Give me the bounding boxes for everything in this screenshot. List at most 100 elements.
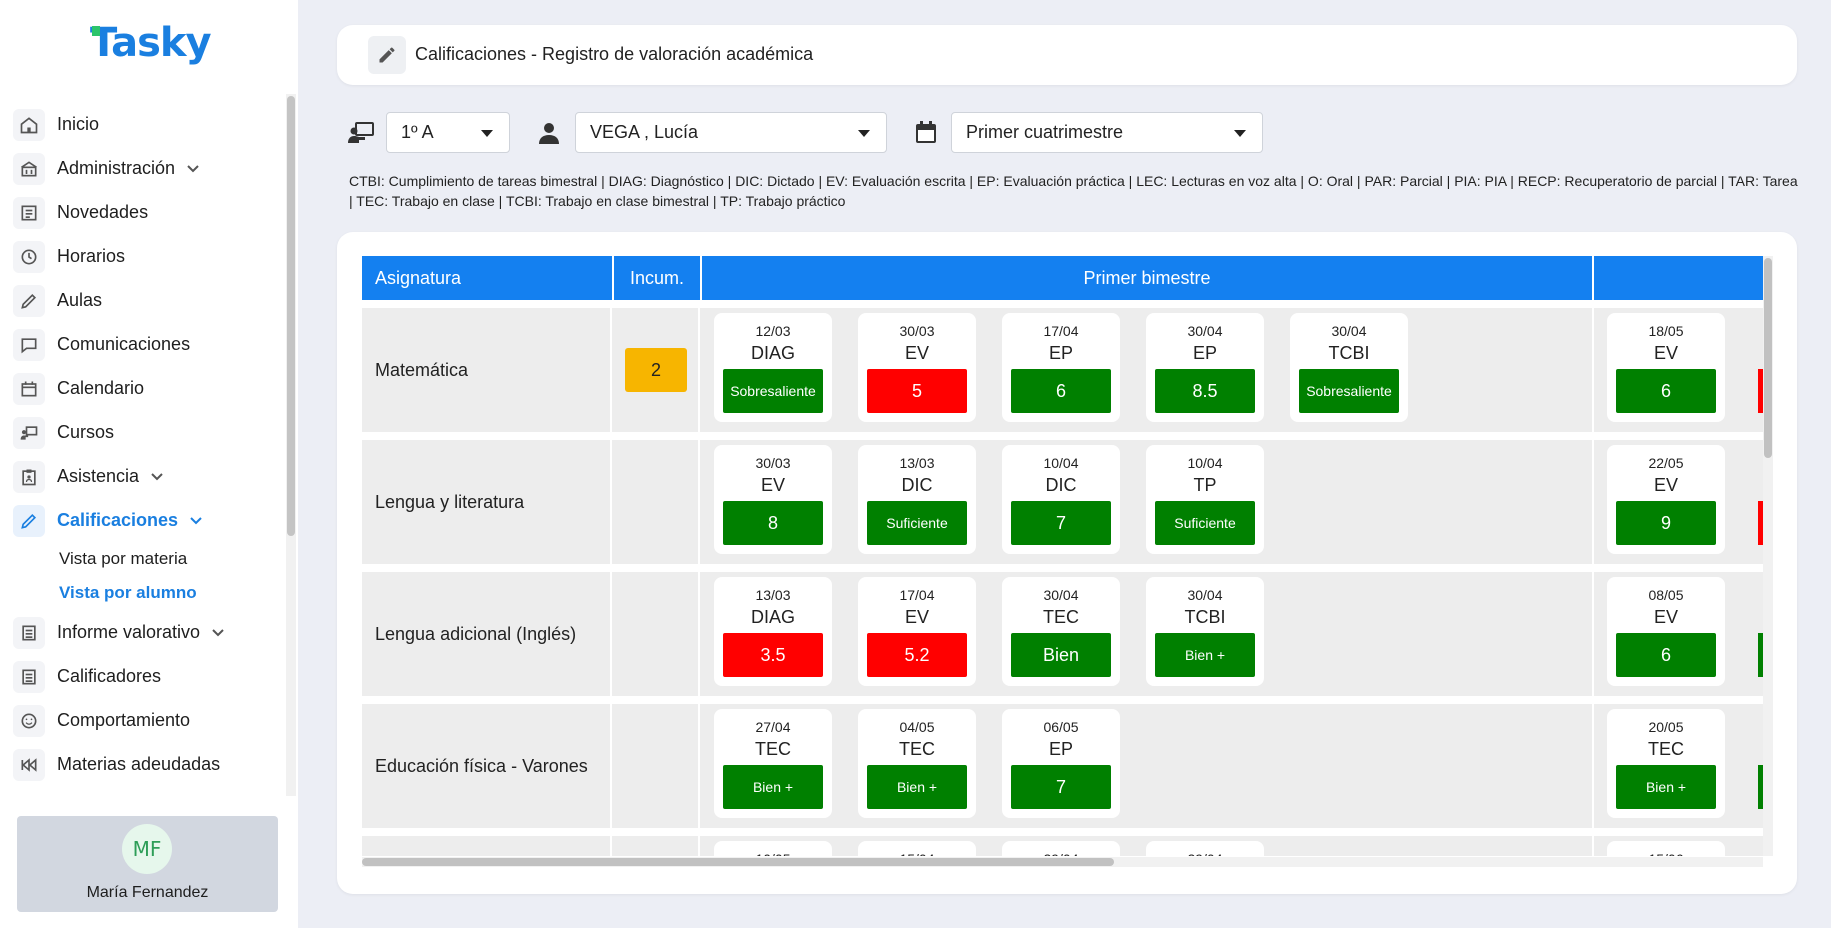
grade-type: TEC [899, 739, 935, 759]
grade-date: 30/04 [1043, 587, 1079, 603]
table-vertical-scrollbar-thumb[interactable] [1764, 258, 1772, 458]
pencil-icon [13, 285, 45, 317]
incum-cell: 2 [612, 308, 700, 432]
sidebar-item-novedades[interactable]: Novedades [0, 190, 290, 234]
grade-type: EP [1048, 343, 1073, 363]
subject-name: Lengua adicional (Inglés) [362, 572, 612, 696]
pencil-icon [368, 36, 406, 74]
grade-cell[interactable]: 15/04 [858, 841, 976, 856]
grade-cell[interactable]: 29/04 [1146, 841, 1264, 856]
table-row: Educación física - Varones 27/04 TEC Bien +… [362, 704, 1763, 828]
sidebar-item-cursos[interactable]: Cursos [0, 410, 290, 454]
sidebar-subitem-vista-por-alumno[interactable]: Vista por alumno [0, 576, 290, 610]
sidebar-item-aulas[interactable]: Aulas [0, 278, 290, 322]
grade-cell[interactable]: 30/04 EP 8.5 [1146, 313, 1264, 422]
sidebar: Tasky Inicio Administración Novedades Horar… [0, 0, 298, 928]
sidebar-item-administracion[interactable]: Administración [0, 146, 290, 190]
grade-value: 3.5 [723, 633, 823, 677]
grade-cell[interactable]: 30/04 TCBI Bien + [1146, 577, 1264, 686]
sidebar-item-inicio[interactable]: Inicio [0, 102, 290, 146]
news-icon [13, 197, 45, 229]
sidebar-item-informe-valorativo[interactable]: Informe valorativo [0, 610, 290, 654]
grade-cell[interactable]: 10/05 [714, 841, 832, 856]
sidebar-item-label: Materias adeudadas [57, 753, 221, 774]
sidebar-item-materias-adeudadas[interactable]: Materias adeudadas [0, 742, 290, 786]
grade-value: 7 [1011, 501, 1111, 545]
table-row: 10/05 15/04 29/04 29/04 15/06 [362, 836, 1763, 856]
grade-cell[interactable]: 27/04 TEC Bien + [714, 709, 832, 818]
table-horizontal-scrollbar-thumb[interactable] [362, 858, 1114, 866]
subject-name: Educación física - Varones [362, 704, 612, 828]
sidebar-item-comunicaciones[interactable]: Comunicaciones [0, 322, 290, 366]
pencil-icon [13, 505, 45, 537]
grade-value: Bien + [867, 765, 967, 809]
sidebar-subitem-vista-por-materia[interactable]: Vista por materia [0, 542, 290, 576]
column-header-second-bimester [1594, 256, 1763, 300]
grade-cell[interactable]: 30/04 TCBI Sobresaliente [1290, 313, 1408, 422]
grade-value: 6 [1616, 633, 1716, 677]
grade-cell[interactable]: 30/04 TEC Bien [1002, 577, 1120, 686]
sidebar-item-asistencia[interactable]: Asistencia [0, 454, 290, 498]
student-select[interactable]: VEGA , Lucía [575, 112, 887, 153]
grade-cell[interactable]: 18/05 EV 6 [1607, 313, 1725, 422]
grade-cell[interactable]: 15/06 [1607, 841, 1725, 856]
course-select[interactable]: 1º A [386, 112, 510, 153]
incum-cell [612, 836, 700, 856]
grade-cell[interactable]: 17/04 EP 6 [1002, 313, 1120, 422]
sidebar-nav: Inicio Administración Novedades Horarios Aul… [0, 102, 290, 794]
grade-cell[interactable]: 29/04 [1002, 841, 1120, 856]
grade-date: 27/04 [755, 719, 791, 735]
sidebar-item-comportamiento[interactable]: Comportamiento [0, 698, 290, 742]
grade-cell[interactable]: 30/03 EV 5 [858, 313, 976, 422]
grade-type: DIC [901, 475, 933, 495]
column-header-first-bimester: Primer bimestre [702, 256, 1594, 300]
grade-cell[interactable]: 17/04 EV 5.2 [858, 577, 976, 686]
grade-cell[interactable]: 13/03 DIC Suficiente [858, 445, 976, 554]
building-icon [13, 153, 45, 185]
sidebar-item-label: Asistencia [57, 465, 140, 486]
bimester-divider [1592, 836, 1594, 856]
chevron-down-icon [151, 473, 163, 481]
grade-cell[interactable]: 06/05 EP 7 [1002, 709, 1120, 818]
home-icon [13, 109, 45, 141]
grade-date: 08/05 [1648, 587, 1684, 603]
grades-card: Asignatura Incum. Primer bimestre Matemá… [337, 232, 1797, 894]
sidebar-item-label: Cursos [57, 421, 115, 442]
grade-type: EV [1653, 343, 1678, 363]
grade-value: 6 [1011, 369, 1111, 413]
sidebar-item-calificaciones[interactable]: Calificaciones [0, 498, 290, 542]
subject-name [362, 836, 612, 856]
grade-cell[interactable]: 04/05 TEC Bien + [858, 709, 976, 818]
grade-cell[interactable]: 08/05 EV 6 [1607, 577, 1725, 686]
sidebar-scrollbar-thumb[interactable] [287, 96, 295, 536]
sidebar-item-horarios[interactable]: Horarios [0, 234, 290, 278]
app-logo[interactable]: Tasky [90, 20, 212, 66]
grade-date: 04/05 [899, 719, 935, 735]
grade-cell[interactable]: 10/04 DIC 7 [1002, 445, 1120, 554]
grade-cell[interactable]: 12/03 DIAG Sobresaliente [714, 313, 832, 422]
user-card[interactable]: MF María Fernandez [17, 816, 278, 912]
grade-value: 5 [867, 369, 967, 413]
grade-value: 8.5 [1155, 369, 1255, 413]
grade-cell[interactable]: 20/05 TEC Bien + [1607, 709, 1725, 818]
grade-date: 18/05 [1648, 323, 1684, 339]
sidebar-item-label: Administración [57, 157, 176, 178]
grade-date: 30/03 [755, 455, 791, 471]
grade-cell[interactable]: 22/05 EV 9 [1607, 445, 1725, 554]
grade-cell[interactable]: 13/03 DIAG 3.5 [714, 577, 832, 686]
grade-value: Bien [1011, 633, 1111, 677]
grade-type: DIC [1045, 475, 1077, 495]
sidebar-item-label: Aulas [57, 289, 103, 310]
incum-cell [612, 572, 700, 696]
grade-date: 30/04 [1331, 323, 1367, 339]
sidebar-item-calendario[interactable]: Calendario [0, 366, 290, 410]
period-select[interactable]: Primer cuatrimestre [951, 112, 1263, 153]
chat-icon [13, 329, 45, 361]
grade-type: EV [1653, 607, 1678, 627]
grade-cell[interactable]: 30/03 EV 8 [714, 445, 832, 554]
grade-cell[interactable]: 10/04 TP Suficiente [1146, 445, 1264, 554]
avatar: MF [122, 824, 172, 874]
sidebar-item-calificadores[interactable]: Calificadores [0, 654, 290, 698]
smile-icon [13, 705, 45, 737]
incum-badge[interactable]: 2 [625, 348, 687, 392]
